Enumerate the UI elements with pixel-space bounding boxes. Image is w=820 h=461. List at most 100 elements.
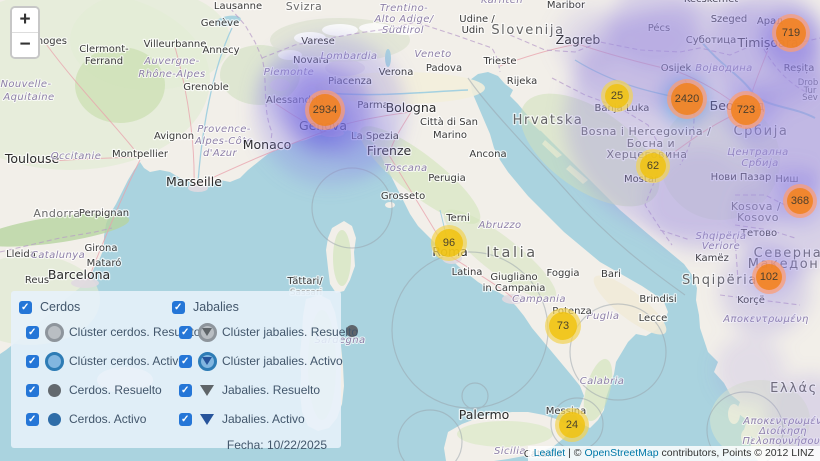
pig-active-icon [43,408,65,430]
map-label: Andorra [33,207,80,220]
cluster-count: 2420 [675,93,699,105]
cluster-inner: 24 [559,412,585,438]
cluster-count: 368 [791,195,809,207]
map-label: Tättari/ [286,276,323,287]
cluster-count: 25 [611,90,623,102]
cluster-marker[interactable]: 2420 [667,79,707,119]
map-label: Ancona [469,149,506,160]
map-label: Aquitaine [2,92,54,103]
map-label: Kärnten [481,0,523,6]
cluster-marker[interactable]: 96 [431,225,467,261]
cluster-marker[interactable]: 719 [772,14,810,52]
legend-item: Clúster cerdos. Resuelto [19,321,172,343]
legend-item-label: Clúster cerdos. Activo [69,354,185,368]
map-label: Udine / [459,14,495,25]
pig-resolved-icon [43,379,65,401]
map-label: Nouvelle- [1,79,52,90]
map-label: Reus [25,275,49,286]
map-label: Trieste [483,56,517,67]
map-label: Rhône-Alpes [138,68,205,80]
map-label: Calabria [580,376,625,387]
cluster-marker[interactable]: 25 [601,80,633,112]
map-label: Ferrand [85,56,123,67]
zoom-out-button[interactable]: − [12,32,38,57]
cluster-marker[interactable]: 723 [727,91,765,129]
legend-item: Clúster jabalies. Resuelto [172,321,358,343]
cluster-inner: 723 [731,95,761,125]
map-label: Padova [426,63,462,74]
cluster-pig-active-icon [43,350,65,372]
legend-item-label: Cerdos. Resuelto [69,383,162,397]
map-label: Marino [433,130,467,141]
cluster-inner: 62 [640,153,666,179]
leaflet-link[interactable]: Leaflet [534,447,566,459]
zoom-control: + − [10,6,40,59]
cluster-inner: 368 [787,188,813,214]
checkbox-boar-resolved[interactable] [179,384,192,397]
legend-item: Cerdos. Resuelto [19,379,172,401]
cluster-count: 62 [647,160,659,172]
map-label: in Campania [483,283,546,294]
cluster-pig-resolved-icon [43,321,65,343]
cluster-marker[interactable]: 73 [545,308,581,344]
legend-column: Jabalies Clúster jabalies. Resuelto Clúste… [172,298,358,437]
map-label: Lausanne [214,1,262,12]
legend-group-header: Cerdos [19,298,172,316]
legend-item-label: Jabalies. Resuelto [222,383,320,397]
map-label: Veneto [414,49,451,60]
checkbox-cluster-boar-active[interactable] [179,355,192,368]
map-label: Genève [201,17,239,29]
cluster-count: 719 [782,27,800,39]
attribution-bar: Leaflet | © OpenStreetMap contributors, … [528,446,820,461]
checkbox-jabalies[interactable] [172,301,185,314]
legend-item: Jabalies. Resuelto [172,379,358,401]
map-viewport[interactable]: LimogesClermont-FerrandNouvelle-Aquitain… [0,0,820,461]
map-label: Rijeka [507,76,537,87]
legend-column: CerdosClúster cerdos. ResueltoClúster ce… [19,298,172,437]
cluster-marker[interactable]: 2934 [305,90,345,130]
map-label: Sicilia [494,446,526,457]
map-label: Annecy [202,45,239,56]
checkbox-cluster-pig-active[interactable] [26,355,39,368]
cluster-count: 2934 [313,104,337,116]
map-label: Brindisi [639,294,676,305]
map-label: Avignon [154,131,194,142]
map-label: Abruzzo [477,220,521,231]
cluster-count: 723 [737,104,755,116]
checkbox-cluster-boar-resolved[interactable] [179,326,192,339]
legend-item: Jabalies. Activo [172,408,358,430]
checkbox-boar-active[interactable] [179,413,192,426]
legend-item-label: Cerdos. Activo [69,412,146,426]
cluster-inner: 73 [549,312,577,340]
map-label: Grenoble [183,82,229,93]
map-label: Grosseto [381,191,425,202]
legend-group-header: Jabalies [172,298,358,316]
cluster-inner: 719 [776,18,806,48]
cluster-marker[interactable]: 368 [783,184,817,218]
map-label: Clermont- [79,44,129,55]
checkbox-cluster-pig-resolved[interactable] [26,326,39,339]
map-label: Perugia [428,173,466,184]
cluster-count: 24 [566,419,578,431]
checkbox-pig-active[interactable] [26,413,39,426]
legend-item: Cerdos. Activo [19,408,172,430]
cluster-inner: 2420 [671,83,703,115]
legend-item-label: Clúster jabalies. Resuelto [222,325,358,339]
checkbox-cerdos[interactable] [19,301,32,314]
cluster-marker[interactable]: 62 [636,149,670,183]
zoom-in-button[interactable]: + [12,8,38,32]
attribution-separator: | © [565,447,584,459]
legend-group-label: Cerdos [40,300,80,314]
legend-item-label: Jabalies. Activo [222,412,305,426]
map-label: Città di San [420,116,478,128]
map-label: Campania [512,294,566,305]
cluster-marker[interactable]: 102 [752,260,786,294]
legend-item-label: Clúster jabalies. Activo [222,354,343,368]
checkbox-pig-resolved[interactable] [26,384,39,397]
cluster-inner: 96 [435,229,463,257]
cluster-marker[interactable]: 24 [555,408,589,442]
openstreetmap-link[interactable]: OpenStreetMap [584,447,658,459]
map-label: Terni [445,213,470,224]
map-label: Foggia [546,268,579,279]
map-label: Udin [462,25,485,36]
